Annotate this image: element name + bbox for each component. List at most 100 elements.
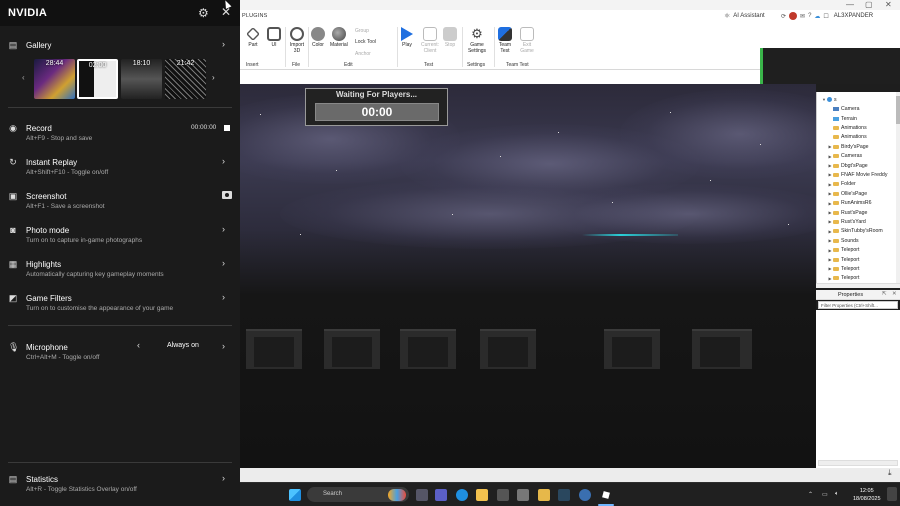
edge-icon[interactable] (456, 489, 468, 501)
share-icon[interactable]: ⟳ (781, 13, 786, 20)
photo-mode-label: Photo mode (26, 226, 70, 235)
nvidia-title: NVIDIA (8, 7, 48, 19)
thumbnail-timestamp: 28:44 (45, 60, 64, 67)
tree-item-label: RunAnimsR6 (841, 200, 872, 207)
tab-plugins[interactable]: PLUGINS (242, 13, 268, 19)
group-option[interactable]: Group (355, 28, 369, 34)
start-icon[interactable] (289, 489, 301, 501)
team-test-icon (498, 27, 512, 41)
chevron-left-icon[interactable]: ‹ (22, 73, 25, 82)
editor-icon[interactable] (517, 489, 529, 501)
display-icon[interactable]: ▭ (822, 491, 828, 498)
avatar-icon[interactable] (789, 12, 798, 20)
chevron-right-icon[interactable]: › (212, 73, 215, 82)
team-test-button[interactable]: Team Test (497, 27, 513, 54)
chevron-left-icon[interactable]: ‹ (137, 340, 140, 350)
thumbnail-timestamp: 18:10 (132, 60, 151, 67)
highlights-row[interactable]: ▦ Highlights Automatically capturing key… (0, 257, 240, 279)
capcut-icon[interactable] (497, 489, 509, 501)
gallery-thumbnail-selected[interactable]: 02:00 (77, 59, 118, 99)
minimize-icon[interactable]: — (846, 0, 854, 10)
tree-item[interactable]: ▶ FNAF Movie Freddy (827, 170, 887, 179)
tree-item[interactable]: ▶ Dbgt'sPage (827, 161, 867, 170)
game-filters-row[interactable]: ◩ Game Filters Turn on to customise the … (0, 291, 240, 313)
ai-assistant-button[interactable]: ⚛ AI Assistant (724, 12, 765, 20)
explorer-scrollbar[interactable] (896, 92, 900, 288)
room-block (400, 329, 456, 369)
tree-item[interactable]: Animations (827, 123, 867, 132)
settings-app-icon[interactable] (579, 489, 591, 501)
material-button[interactable]: Material (330, 27, 348, 48)
tree-item[interactable]: ▶ Cameras (827, 152, 862, 161)
play-button[interactable]: Play (401, 27, 413, 48)
steam-icon[interactable] (558, 489, 570, 501)
tree-item[interactable]: ▶ SkinTubby'sRoom (827, 227, 882, 236)
tree-item[interactable]: ▶ Birdy'sPage (827, 142, 868, 151)
username[interactable]: AL3XPANDER (834, 13, 873, 19)
tree-item[interactable]: ▶ Teleport (827, 274, 859, 283)
lock-tool-option[interactable]: Lock Tool (355, 39, 376, 45)
record-label: Record (26, 124, 52, 133)
close-icon[interactable]: ✕ (892, 291, 897, 297)
notification-icon[interactable] (887, 487, 897, 501)
undock-icon[interactable]: ⇱ (882, 291, 887, 297)
explorer-hscrollbar[interactable] (816, 283, 900, 288)
tree-item-root[interactable]: ▼ s (821, 95, 837, 104)
tree-item[interactable]: ▶ Teleport (827, 246, 859, 255)
gallery-thumbnail[interactable]: 18:10 (121, 59, 162, 99)
properties-hscrollbar[interactable] (818, 460, 898, 466)
maximize-icon[interactable]: ▢ (865, 0, 873, 10)
anchor-option[interactable]: Anchor (355, 51, 371, 57)
screenshot-row[interactable]: ▣ Screenshot Alt+F1 - Save a screenshot (0, 189, 240, 211)
properties-filter-input[interactable]: Filter Properties (Ctrl+Shift... (818, 301, 898, 309)
exit-game-button[interactable]: Exit Game (520, 27, 534, 54)
tree-item[interactable]: ▶ Ollie'sPage (827, 189, 867, 198)
game-settings-button[interactable]: ⚙ Game Settings (466, 27, 488, 55)
window-close-icon[interactable]: ✕ (885, 0, 892, 10)
tree-item[interactable]: Terrain (827, 114, 857, 123)
tree-item[interactable]: ▶ RunAnimsR6 (827, 199, 872, 208)
tree-item[interactable]: ▶ Folder (827, 180, 855, 189)
part-button[interactable]: Part (246, 27, 260, 48)
tree-item[interactable]: ▶ Teleport (827, 264, 859, 273)
file-explorer-icon[interactable] (476, 489, 488, 501)
stop-button[interactable]: Stop (443, 27, 457, 48)
import-3d-button[interactable]: Import 3D (288, 27, 306, 54)
speaker-icon[interactable]: 🔈︎ (835, 491, 839, 498)
statistics-row[interactable]: ▤ Statistics Alt+R - Toggle Statistics O… (0, 472, 240, 494)
current-client-button[interactable]: Current: Client (419, 27, 441, 54)
microphone-row[interactable]: 🎙︎ Microphone Ctrl+Alt+M - Toggle on/off… (0, 340, 240, 362)
tree-item[interactable]: ▶ Rust'sYard (827, 217, 865, 226)
color-button[interactable]: Color (311, 27, 325, 48)
tree-item-label: Animations (841, 134, 867, 141)
help-icon[interactable]: ? (808, 13, 811, 19)
tree-item[interactable]: ▶ Rust'sPage (827, 208, 867, 217)
tree-item[interactable]: ▶ Teleport (827, 255, 859, 264)
tree-item[interactable]: Animations (827, 133, 867, 142)
photo-mode-row[interactable]: ◙ Photo mode Turn on to capture in-game … (0, 223, 240, 245)
tree-item[interactable]: ▶ Sounds (827, 236, 858, 245)
roblox-studio-icon[interactable] (600, 489, 612, 501)
stop-icon[interactable] (224, 125, 230, 131)
game-viewport[interactable] (240, 84, 816, 468)
calendar-icon[interactable] (538, 489, 550, 501)
camera-icon[interactable] (222, 191, 232, 199)
gallery-row[interactable]: ▤ Gallery › (0, 38, 240, 52)
chevron-up-icon[interactable]: ⌃ (808, 491, 813, 498)
clock[interactable]: 12:05 18/08/2025 (853, 487, 881, 503)
notifications-icon[interactable]: ☐ (823, 13, 828, 20)
ui-button[interactable]: UI (267, 27, 281, 48)
download-icon[interactable]: ⤓ (888, 468, 892, 478)
scrollbar-thumb[interactable] (896, 96, 900, 124)
task-view-icon[interactable] (416, 489, 428, 501)
teams-icon[interactable] (435, 489, 447, 501)
settings-gear-icon[interactable]: ⚙ (198, 6, 209, 20)
chat-icon[interactable]: ✉ (800, 13, 805, 20)
cloud-icon[interactable]: ☁ (814, 13, 820, 20)
gallery-thumbnail[interactable]: 21:42 (165, 59, 206, 99)
countdown-timer: 00:00 (315, 103, 439, 121)
instant-replay-row[interactable]: ↻ Instant Replay Alt+Shift+F10 - Toggle … (0, 155, 240, 177)
tree-item[interactable]: Camera (827, 105, 859, 114)
gallery-thumbnail[interactable]: 28:44 (34, 59, 75, 99)
chevron-right-icon[interactable]: › (222, 341, 225, 351)
